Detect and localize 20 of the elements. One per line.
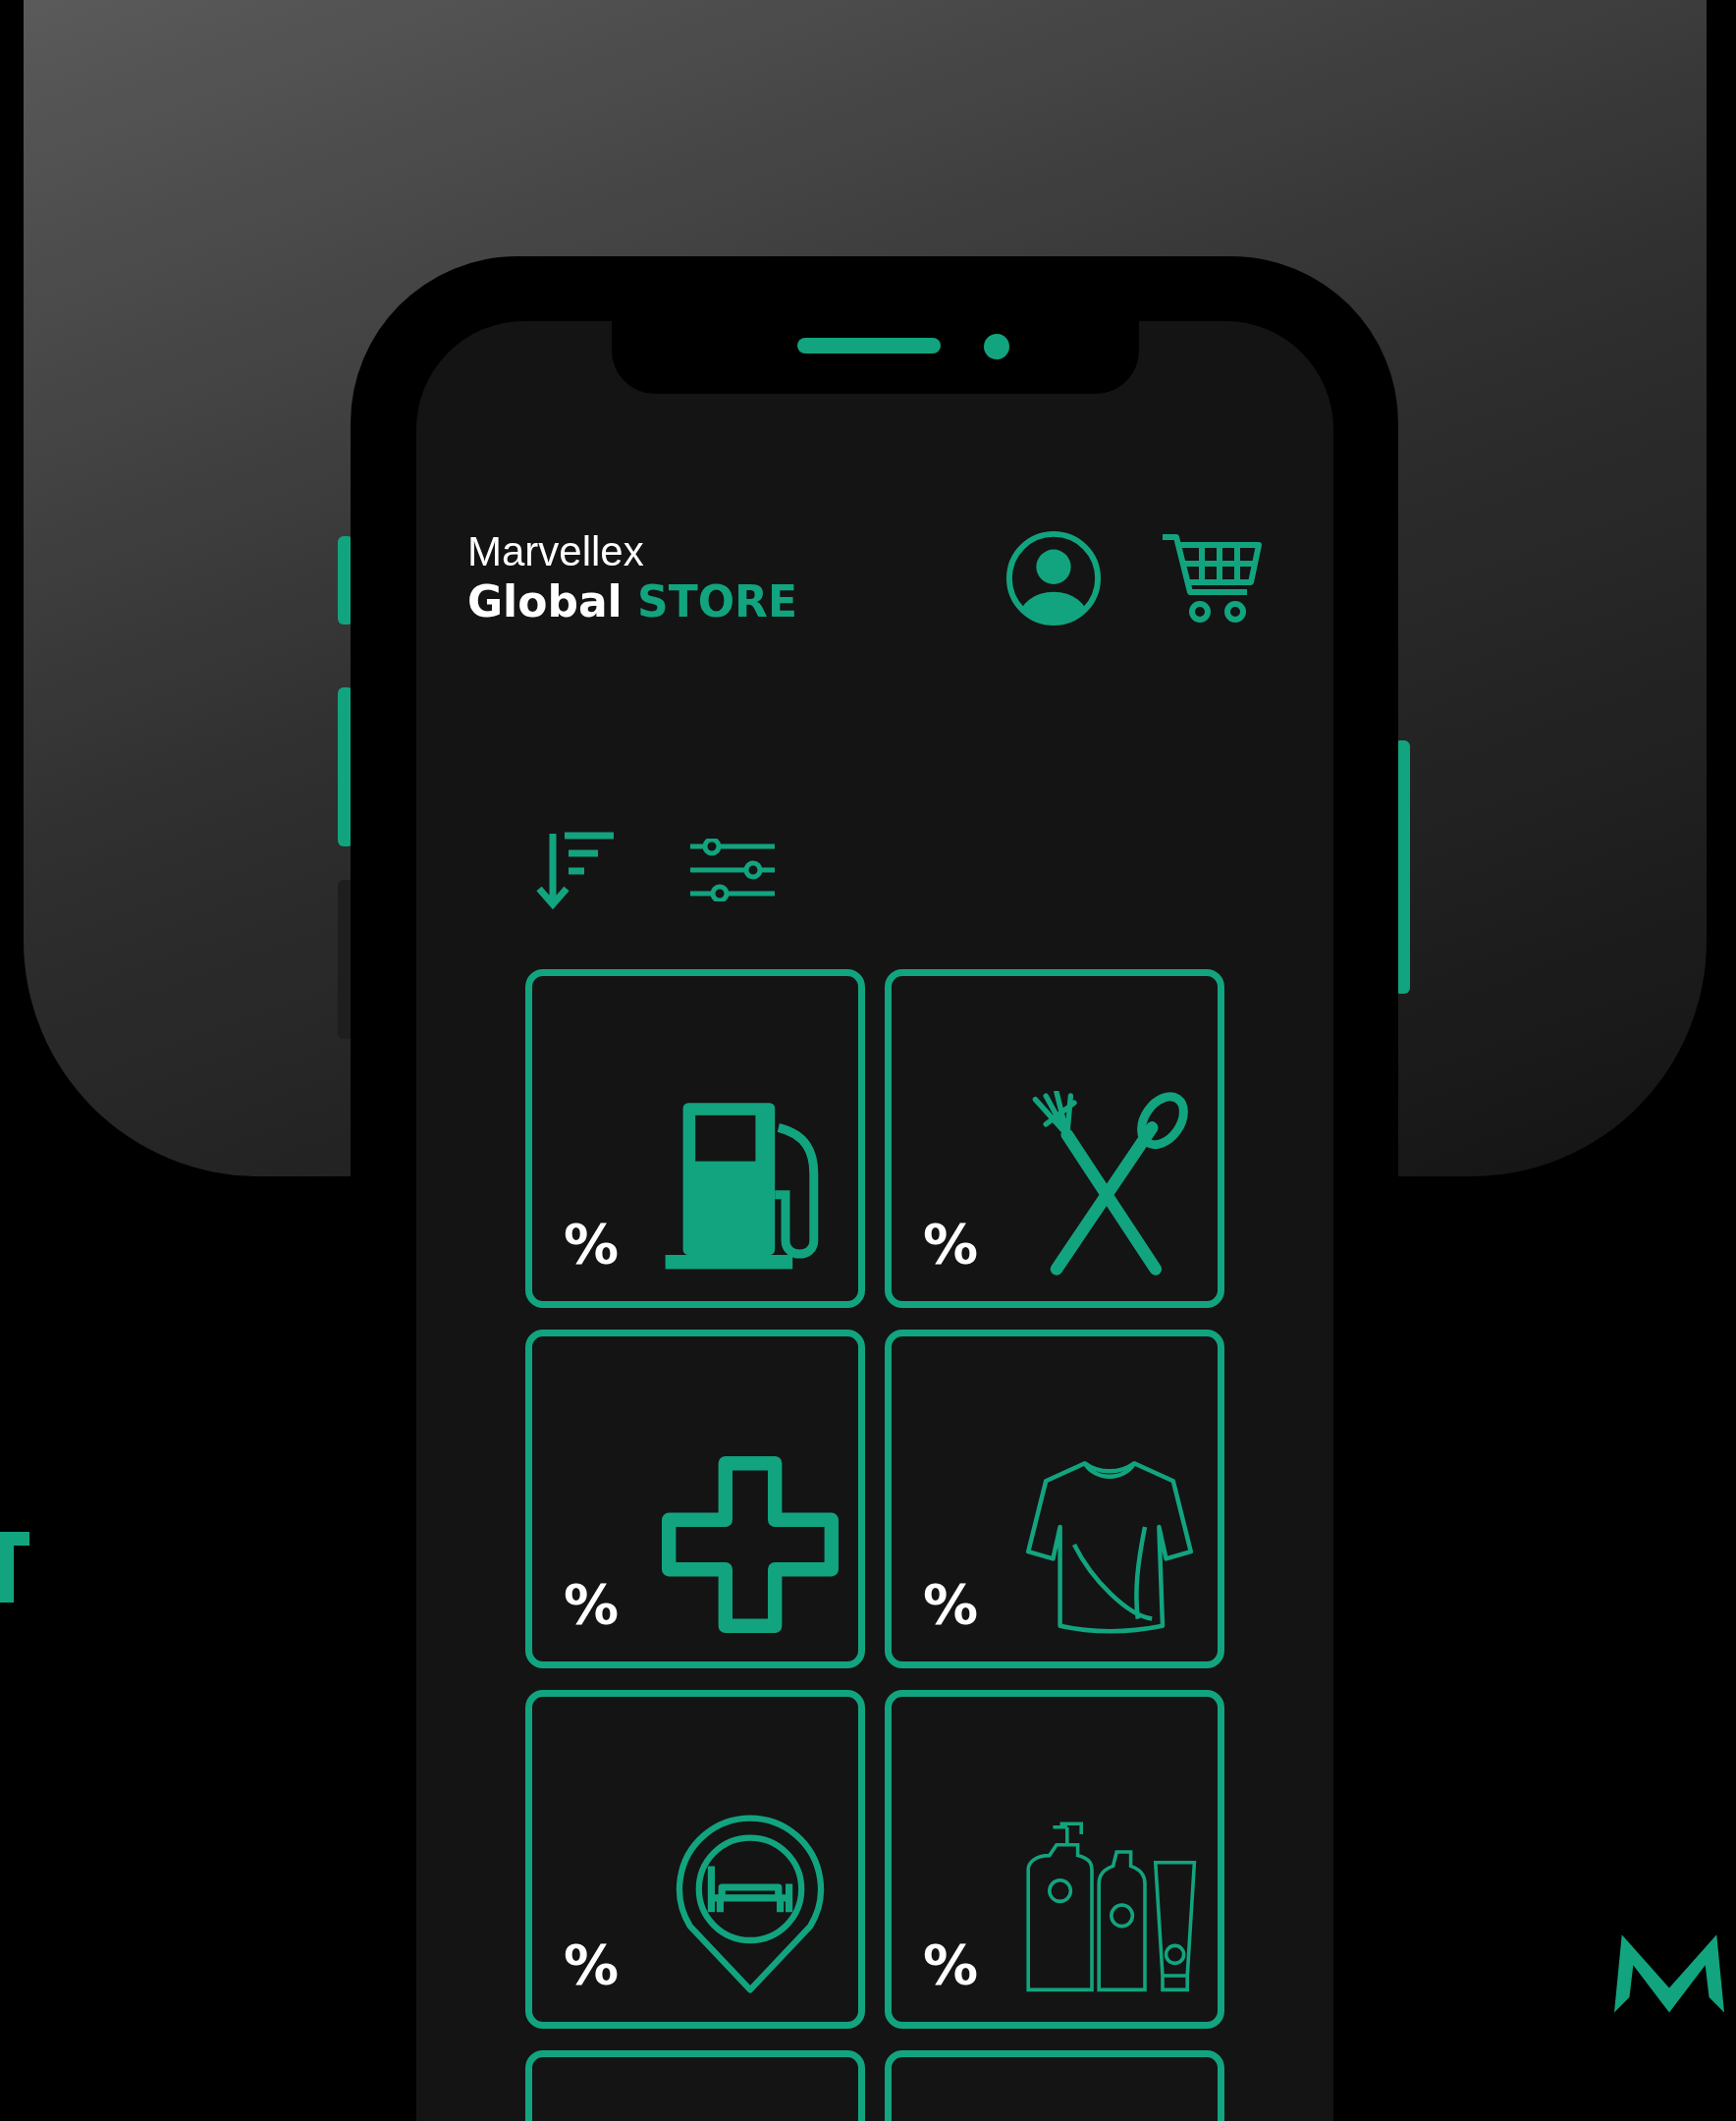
category-tile[interactable]: % [525,1330,865,1669]
speaker-icon [797,338,941,354]
profile-icon[interactable] [1005,529,1102,626]
discount-label: % [923,1937,979,1993]
brand-title: Global STORE [467,576,798,629]
letter-fragment-drawing [0,1532,29,1603]
discount-label: % [923,1217,979,1273]
discount-label: % [564,1937,620,1993]
category-tile[interactable]: % [525,1690,865,2030]
brand-name: Marvellex [467,527,645,576]
camera-icon [984,334,1009,359]
discount-label: % [564,1217,620,1273]
category-tile[interactable]: % [885,1690,1224,2030]
category-tile[interactable]: % [885,969,1224,1309]
category-tile[interactable]: % [525,969,865,1309]
filter-icon[interactable] [690,839,775,902]
discount-label: % [923,1577,979,1633]
sort-icon[interactable] [535,830,616,911]
category-tile[interactable]: % [885,1330,1224,1669]
discount-label: % [564,1577,620,1633]
